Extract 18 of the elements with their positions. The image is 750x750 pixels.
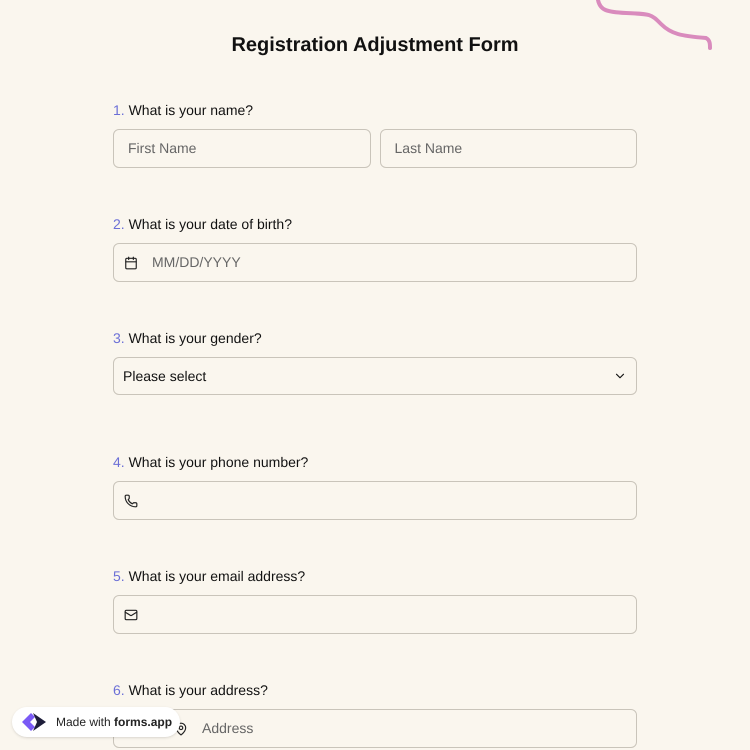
- input-field[interactable]: [113, 481, 637, 520]
- form-title: Registration Adjustment Form: [230, 33, 520, 58]
- calendar-icon: [124, 256, 138, 270]
- question-label: 1. What is your name?: [113, 101, 254, 120]
- made-with-badge[interactable]: Made with forms.app: [12, 707, 180, 737]
- input-field[interactable]: MM/DD/YYYY: [113, 243, 637, 282]
- question-label: 5. What is your email address?: [113, 567, 306, 586]
- question-label: 3. What is your gender?: [113, 329, 263, 348]
- mail-icon: [124, 608, 138, 622]
- question-label: 2. What is your date of birth?: [113, 215, 293, 234]
- phone-icon: [124, 494, 138, 508]
- input-field[interactable]: [113, 595, 637, 634]
- question-label: 6. What is your address?: [113, 681, 269, 700]
- gender-select[interactable]: Please select: [113, 357, 637, 395]
- input-field[interactable]: First Name: [113, 129, 370, 168]
- question-label: 4. What is your phone number?: [113, 453, 310, 472]
- input-field[interactable]: Last Name: [380, 129, 637, 168]
- logo-icon: [20, 711, 48, 733]
